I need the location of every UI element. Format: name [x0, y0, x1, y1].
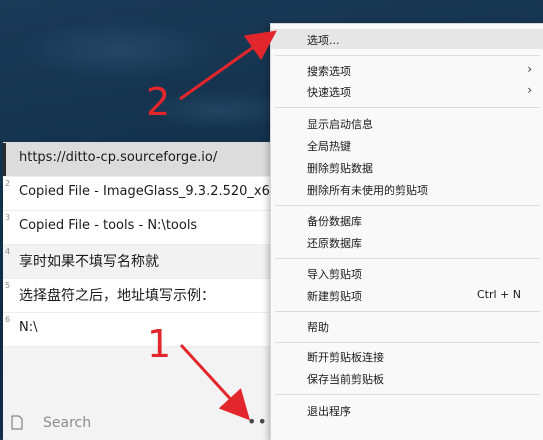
- annotation-number-1: 1: [147, 322, 172, 366]
- annotation-number-2: 2: [146, 80, 171, 124]
- annotation-arrow-2: [179, 30, 277, 101]
- annotation-arrow-1: [179, 343, 251, 421]
- annotation-arrows: [179, 30, 277, 421]
